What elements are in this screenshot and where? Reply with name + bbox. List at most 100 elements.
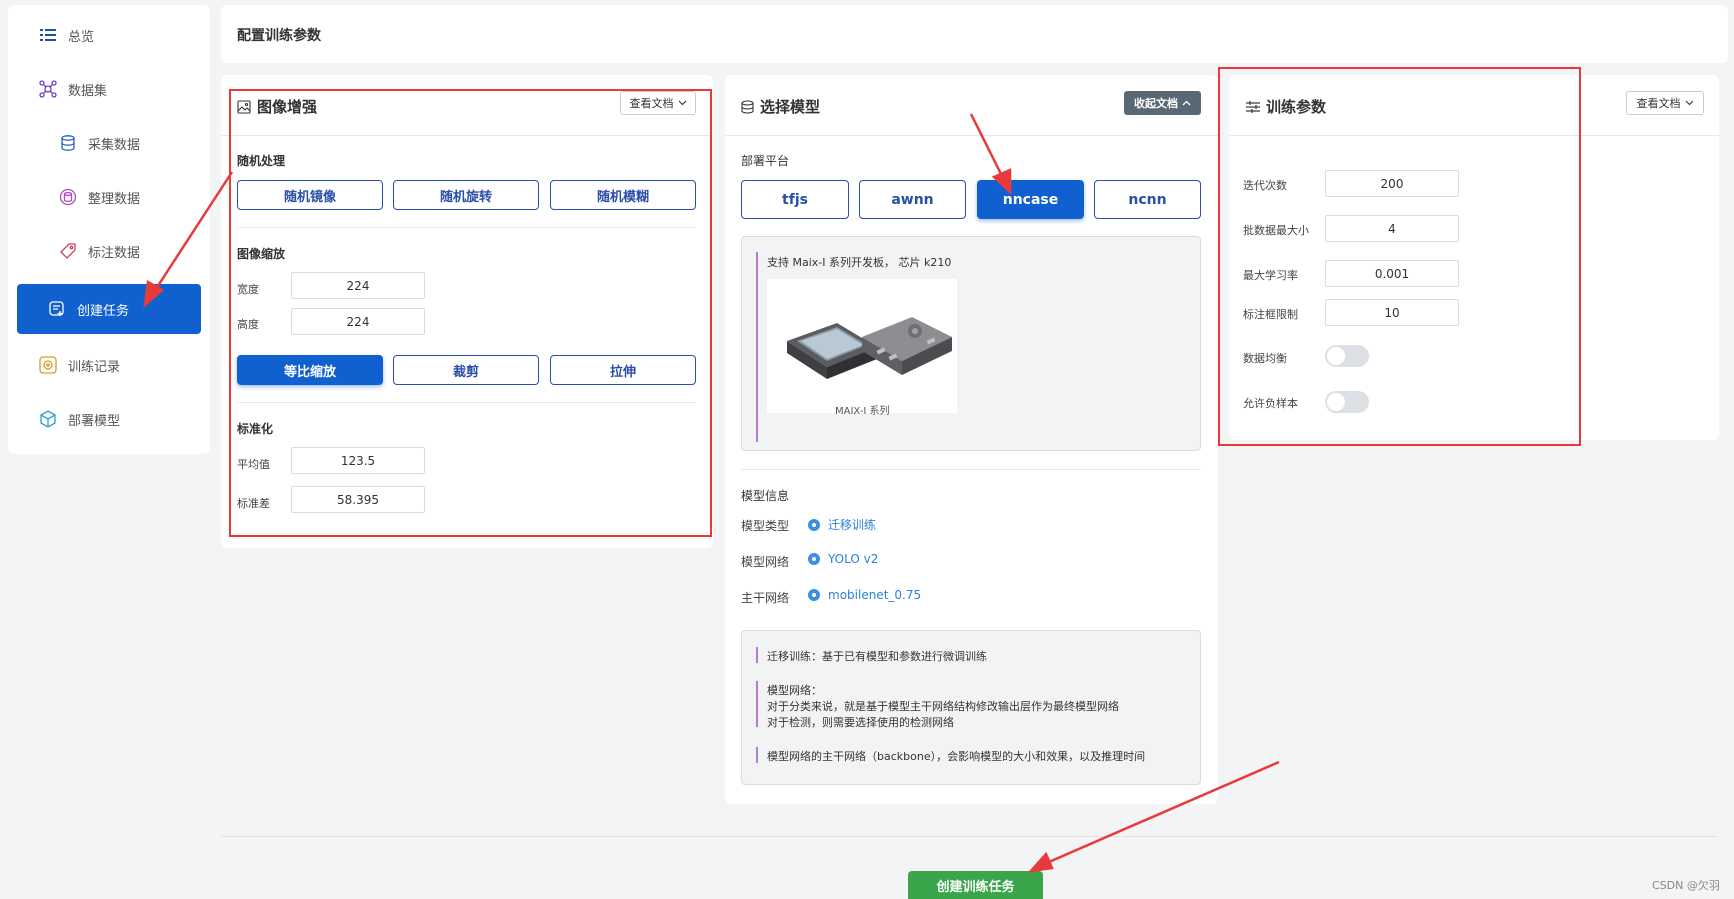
sidebar-item-deploy[interactable]: 部署模型	[8, 395, 210, 443]
resize-keep-ratio-button[interactable]: 等比缩放	[237, 355, 383, 385]
sidebar-item-dataset[interactable]: 数据集	[8, 65, 210, 113]
train-doc-label: 查看文档	[1636, 97, 1681, 110]
tag-icon	[58, 241, 78, 261]
platform-tfjs-button[interactable]: tfjs	[741, 180, 849, 219]
divider	[237, 227, 696, 228]
doc-accent-bar	[756, 747, 758, 763]
doc-network-title: 模型网络：	[767, 684, 822, 697]
backbone-label: 主干网络	[741, 591, 790, 605]
create-task-icon	[47, 299, 67, 319]
image-icon	[237, 99, 251, 114]
model-network-label: 模型网络	[741, 555, 790, 569]
platform-awnn-button[interactable]: awnn	[859, 180, 966, 219]
lr-input[interactable]: 0.001	[1325, 260, 1459, 287]
doc-backbone-text: 模型网络的主干网络（backbone），会影响模型的大小和效果，以及推理时间	[767, 750, 1146, 763]
watermark: CSDN @欠羽	[1652, 879, 1720, 892]
model-network-value: YOLO v2	[828, 552, 879, 566]
sidebar-item-label: 整理数据	[88, 191, 141, 207]
divider	[741, 469, 1201, 470]
augment-doc-label: 查看文档	[629, 97, 674, 110]
chevron-down-icon	[1685, 100, 1694, 106]
train-card: 训练参数 查看文档 迭代次数 200 批数据最大小 4 最大学习率 0.001 …	[1229, 75, 1719, 440]
negative-sample-toggle[interactable]	[1325, 391, 1369, 413]
random-mirror-button[interactable]: 随机镜像	[237, 180, 383, 210]
database-icon	[58, 133, 78, 153]
sidebar-item-label: 采集数据	[88, 137, 141, 153]
train-title-text: 训练参数	[1266, 98, 1327, 116]
backbone-option[interactable]: mobilenet_0.75	[808, 588, 921, 602]
doc-network-line1: 对于分类来说，就是基于模型主干网络结构修改输出层作为最终模型网络	[767, 700, 1119, 713]
sidebar-item-label: 总览	[68, 29, 95, 45]
batch-input[interactable]: 4	[1325, 215, 1459, 242]
model-type-option[interactable]: 迁移训练	[808, 516, 876, 533]
augment-title: 图像增强	[237, 96, 317, 117]
train-doc-button[interactable]: 查看文档	[1626, 91, 1704, 115]
sidebar-item-annotate[interactable]: 标注数据	[8, 227, 210, 275]
create-training-task-button[interactable]: 创建训练任务	[908, 871, 1043, 899]
bbox-limit-label: 标注框限制	[1243, 308, 1298, 321]
sidebar-item-organize[interactable]: 整理数据	[8, 173, 210, 221]
train-title: 训练参数	[1246, 96, 1326, 117]
model-collapse-doc-button[interactable]: 收起文档	[1124, 91, 1201, 115]
model-doc-box: 迁移训练：基于已有模型和参数进行微调训练 模型网络： 对于分类来说，就是基于模型…	[741, 630, 1201, 785]
page-header: 配置训练参数	[221, 5, 1728, 63]
radio-selected-icon	[808, 589, 820, 601]
page-title: 配置训练参数	[237, 28, 321, 44]
normalize-label: 标准化	[237, 422, 274, 436]
augment-doc-button[interactable]: 查看文档	[620, 91, 696, 115]
lr-label: 最大学习率	[1243, 269, 1298, 282]
model-info-label: 模型信息	[741, 489, 790, 503]
platform-nncase-button[interactable]: nncase	[977, 180, 1084, 219]
resize-label: 图像缩放	[237, 247, 286, 261]
std-label: 标准差	[237, 497, 270, 510]
epochs-input[interactable]: 200	[1325, 170, 1459, 197]
sidebar-item-overview[interactable]: 总览	[8, 11, 210, 59]
model-network-option[interactable]: YOLO v2	[808, 552, 878, 566]
chevron-down-icon	[678, 100, 687, 106]
model-doc-label: 收起文档	[1134, 97, 1178, 110]
divider	[237, 402, 696, 403]
mean-input[interactable]: 123.5	[291, 447, 425, 474]
mean-label: 平均值	[237, 458, 270, 471]
random-blur-button[interactable]: 随机模糊	[550, 180, 696, 210]
doc-accent-bar	[756, 647, 758, 663]
model-card: 选择模型 收起文档 部署平台 tfjs awnn nncase ncnn 支持 …	[725, 75, 1218, 804]
organize-icon	[58, 187, 78, 207]
sliders-icon	[1246, 100, 1260, 113]
footer-divider	[221, 836, 1718, 837]
dataset-icon	[38, 79, 58, 99]
platform-support-text: 支持 Maix-I 系列开发板， 芯片 k210	[767, 256, 952, 269]
sidebar-item-label: 创建任务	[77, 303, 130, 319]
radio-selected-icon	[808, 518, 820, 531]
height-input[interactable]: 224	[291, 308, 425, 335]
platform-ncnn-button[interactable]: ncnn	[1094, 180, 1201, 219]
epochs-label: 迭代次数	[1243, 179, 1287, 192]
bbox-limit-input[interactable]: 10	[1325, 299, 1459, 326]
width-input[interactable]: 224	[291, 272, 425, 299]
arrow-head-icon	[1027, 851, 1054, 873]
sidebar-item-create-task[interactable]: 创建任务	[17, 284, 201, 334]
augment-title-text: 图像增强	[257, 98, 318, 116]
doc-accent-bar	[756, 681, 758, 727]
resize-crop-button[interactable]: 裁剪	[393, 355, 539, 385]
doc-accent-bar	[756, 252, 758, 442]
divider	[221, 135, 713, 136]
maix-device-image	[767, 279, 957, 413]
sidebar-item-collect[interactable]: 采集数据	[8, 119, 210, 167]
backbone-value: mobilenet_0.75	[828, 588, 922, 602]
sidebar-item-label: 数据集	[68, 83, 108, 99]
divider	[1229, 135, 1719, 136]
radio-selected-icon	[808, 553, 820, 565]
platform-info-box: 支持 Maix-I 系列开发板， 芯片 k210 MAIX-I 系列	[741, 236, 1201, 451]
doc-transfer-text: 迁移训练：基于已有模型和参数进行微调训练	[767, 650, 987, 663]
resize-stretch-button[interactable]: 拉伸	[550, 355, 696, 385]
divider	[725, 135, 1218, 136]
augment-card: 图像增强 查看文档 随机处理 随机镜像 随机旋转 随机模糊 图像缩放 宽度 22…	[221, 75, 713, 548]
chevron-up-icon	[1182, 100, 1191, 106]
balance-toggle[interactable]	[1325, 345, 1369, 367]
random-rotate-button[interactable]: 随机旋转	[393, 180, 539, 210]
std-input[interactable]: 58.395	[291, 486, 425, 513]
model-type-label: 模型类型	[741, 519, 790, 533]
doc-network-line2: 对于检测，则需要选择使用的检测网络	[767, 716, 954, 729]
sidebar-item-records[interactable]: 训练记录	[8, 341, 210, 389]
